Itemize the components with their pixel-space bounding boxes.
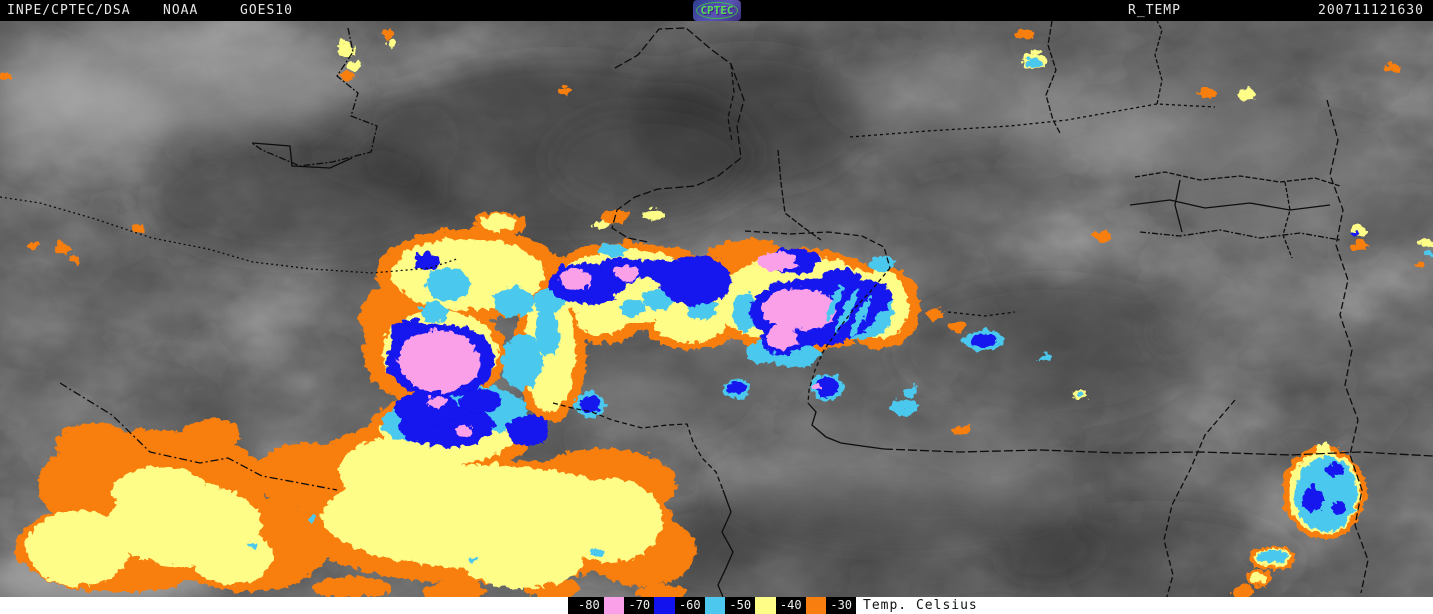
logo-text: CPTEC <box>700 4 734 17</box>
legend-swatch-2 <box>704 597 726 614</box>
legend-label--30: -30 <box>830 598 853 612</box>
noaa-label: NOAA <box>163 3 199 18</box>
product-label: R_TEMP <box>1128 3 1181 18</box>
legend-swatch-4 <box>805 597 827 614</box>
satellite-map-svg <box>0 20 1433 610</box>
legend-swatch-1 <box>654 597 675 614</box>
legend-swatch-3 <box>755 597 776 614</box>
legend-label--70: -70 <box>628 598 651 612</box>
legend-title: Temp. Celsius <box>863 598 978 613</box>
legend-label--50: -50 <box>729 598 752 612</box>
cptec-logo: CPTEC <box>693 0 741 21</box>
satellite-product-window: INPE/CPTEC/DSA NOAA GOES10 CPTEC R_TEMP … <box>0 0 1433 614</box>
timestamp-label: 200711121630 <box>1318 3 1424 18</box>
agency-label: INPE/CPTEC/DSA <box>7 3 131 18</box>
legend-swatch-0 <box>603 597 625 614</box>
temperature-legend: -80 -70 -60 -50 -40 -30 <box>568 597 856 614</box>
legend-label--80: -80 <box>578 598 600 612</box>
legend-label--40: -40 <box>779 598 802 612</box>
footer-bar: -80 -70 -60 -50 -40 -30 Temp. Celsius <box>0 597 1433 614</box>
satellite-image <box>0 20 1433 610</box>
header-bar: INPE/CPTEC/DSA NOAA GOES10 CPTEC R_TEMP … <box>0 0 1433 21</box>
satellite-label: GOES10 <box>240 3 293 18</box>
legend-label--60: -60 <box>678 598 701 612</box>
